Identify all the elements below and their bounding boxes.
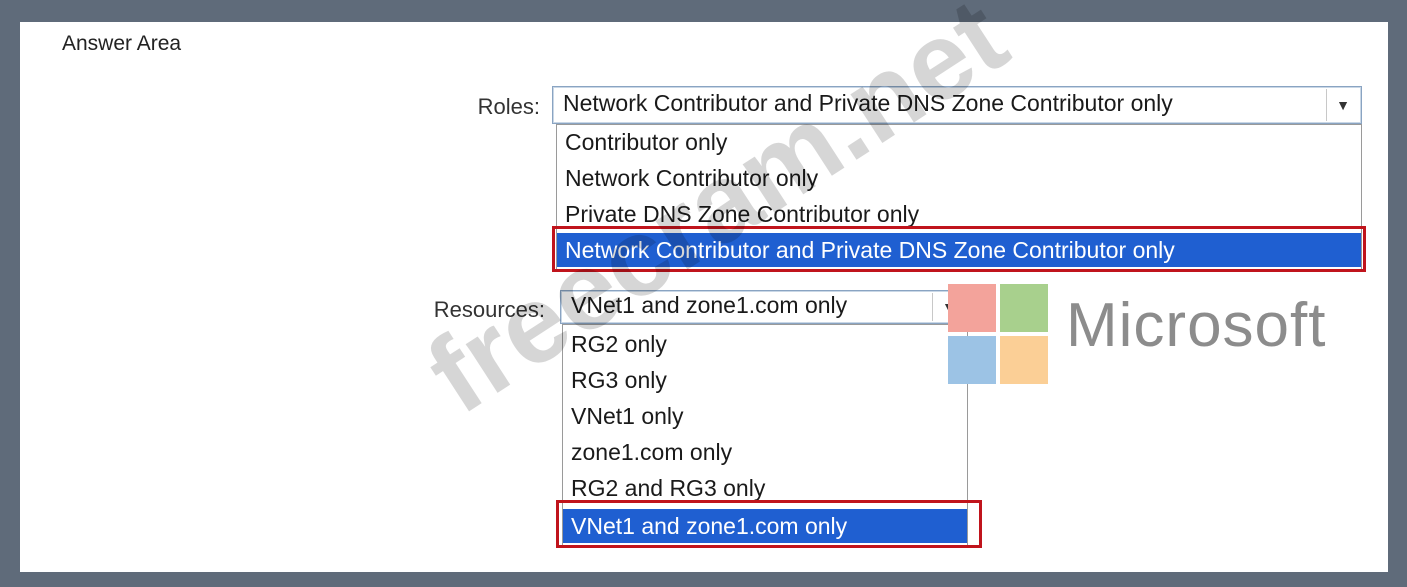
- roles-answer-highlight: [552, 226, 1366, 272]
- roles-option[interactable]: Contributor only: [565, 125, 1361, 159]
- roles-option[interactable]: Network Contributor only: [565, 161, 1361, 195]
- resources-option[interactable]: RG2 only: [571, 327, 967, 361]
- logo-square-red: [948, 284, 996, 332]
- logo-square-blue: [948, 336, 996, 384]
- resources-option[interactable]: RG3 only: [571, 363, 967, 397]
- chevron-down-icon[interactable]: ▼: [1326, 89, 1359, 121]
- resources-answer-highlight: [556, 500, 982, 548]
- answer-area-panel: Answer Area Roles: Network Contributor a…: [20, 0, 1388, 572]
- resources-option[interactable]: zone1.com only: [571, 435, 967, 469]
- roles-label: Roles:: [477, 94, 540, 119]
- resources-option[interactable]: VNet1 only: [571, 399, 967, 433]
- logo-square-yellow: [1000, 336, 1048, 384]
- microsoft-wordmark: Microsoft: [1066, 291, 1327, 360]
- logo-square-green: [1000, 284, 1048, 332]
- resources-selected-value: VNet1 and zone1.com only: [571, 292, 848, 318]
- roles-selected-value: Network Contributor and Private DNS Zone…: [563, 90, 1173, 116]
- roles-select[interactable]: Network Contributor and Private DNS Zone…: [552, 86, 1362, 124]
- resources-label: Resources:: [433, 297, 545, 322]
- answer-area-title: Answer Area: [62, 32, 182, 55]
- resources-select[interactable]: VNet1 and zone1.com only ▼: [560, 290, 968, 324]
